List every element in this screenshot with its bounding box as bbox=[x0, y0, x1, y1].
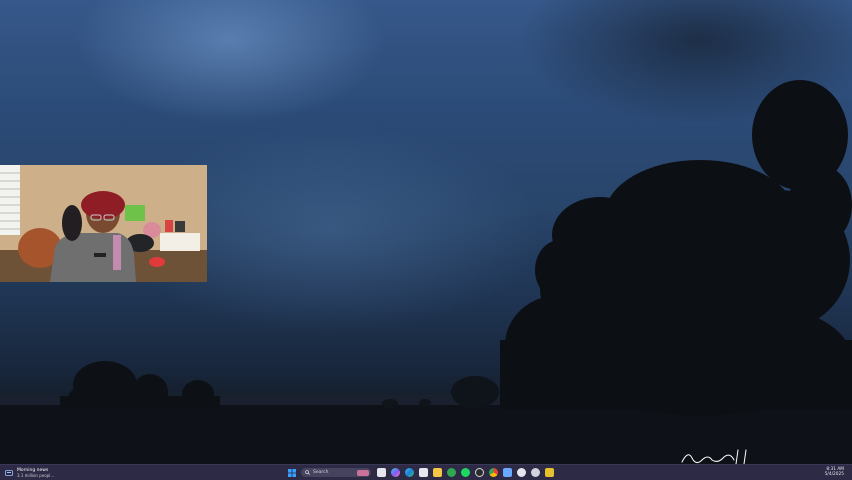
edge-icon[interactable] bbox=[405, 468, 414, 477]
taskbar: Morning news 3.1 million peopl... Search… bbox=[0, 464, 852, 480]
chrome-icon[interactable] bbox=[489, 468, 498, 477]
media-player-icon[interactable] bbox=[517, 468, 526, 477]
person-shirt bbox=[50, 233, 136, 282]
search-icon bbox=[305, 470, 310, 475]
taskbar-apps: Search bbox=[287, 467, 559, 478]
tree-cluster-left bbox=[60, 361, 220, 410]
search-placeholder: Search bbox=[313, 470, 329, 475]
news-widget-icon bbox=[5, 470, 13, 476]
photos-icon[interactable] bbox=[503, 468, 512, 477]
file-explorer-icon[interactable] bbox=[433, 468, 442, 477]
toy-shelf bbox=[160, 233, 200, 251]
search-box[interactable]: Search bbox=[301, 468, 371, 477]
store-icon[interactable] bbox=[419, 468, 428, 477]
spotify-icon[interactable] bbox=[461, 468, 470, 477]
news-subtitle: 3.1 million peopl... bbox=[17, 473, 55, 478]
clock-date: 5/4/2025 bbox=[824, 472, 844, 477]
obs-icon[interactable] bbox=[475, 468, 484, 477]
webcam-overlay bbox=[0, 165, 207, 282]
large-oak-tree bbox=[500, 80, 852, 415]
artist-signature bbox=[681, 449, 747, 464]
search-highlight-icon bbox=[357, 469, 369, 476]
person-hair bbox=[81, 191, 125, 219]
xbox-icon[interactable] bbox=[447, 468, 456, 477]
toy-green bbox=[125, 205, 145, 221]
webcam-scene bbox=[0, 165, 207, 282]
clock[interactable]: 8:31 AM 5/4/2025 bbox=[825, 467, 844, 477]
settings-icon[interactable] bbox=[531, 468, 540, 477]
app-icon[interactable] bbox=[545, 468, 554, 477]
copilot-icon[interactable] bbox=[391, 468, 400, 477]
task-view-icon[interactable] bbox=[377, 468, 386, 477]
window-blinds bbox=[0, 165, 20, 235]
news-widget[interactable]: Morning news 3.1 million peopl... bbox=[5, 466, 54, 480]
start-icon[interactable] bbox=[287, 468, 296, 477]
desktop-wallpaper bbox=[0, 0, 852, 464]
